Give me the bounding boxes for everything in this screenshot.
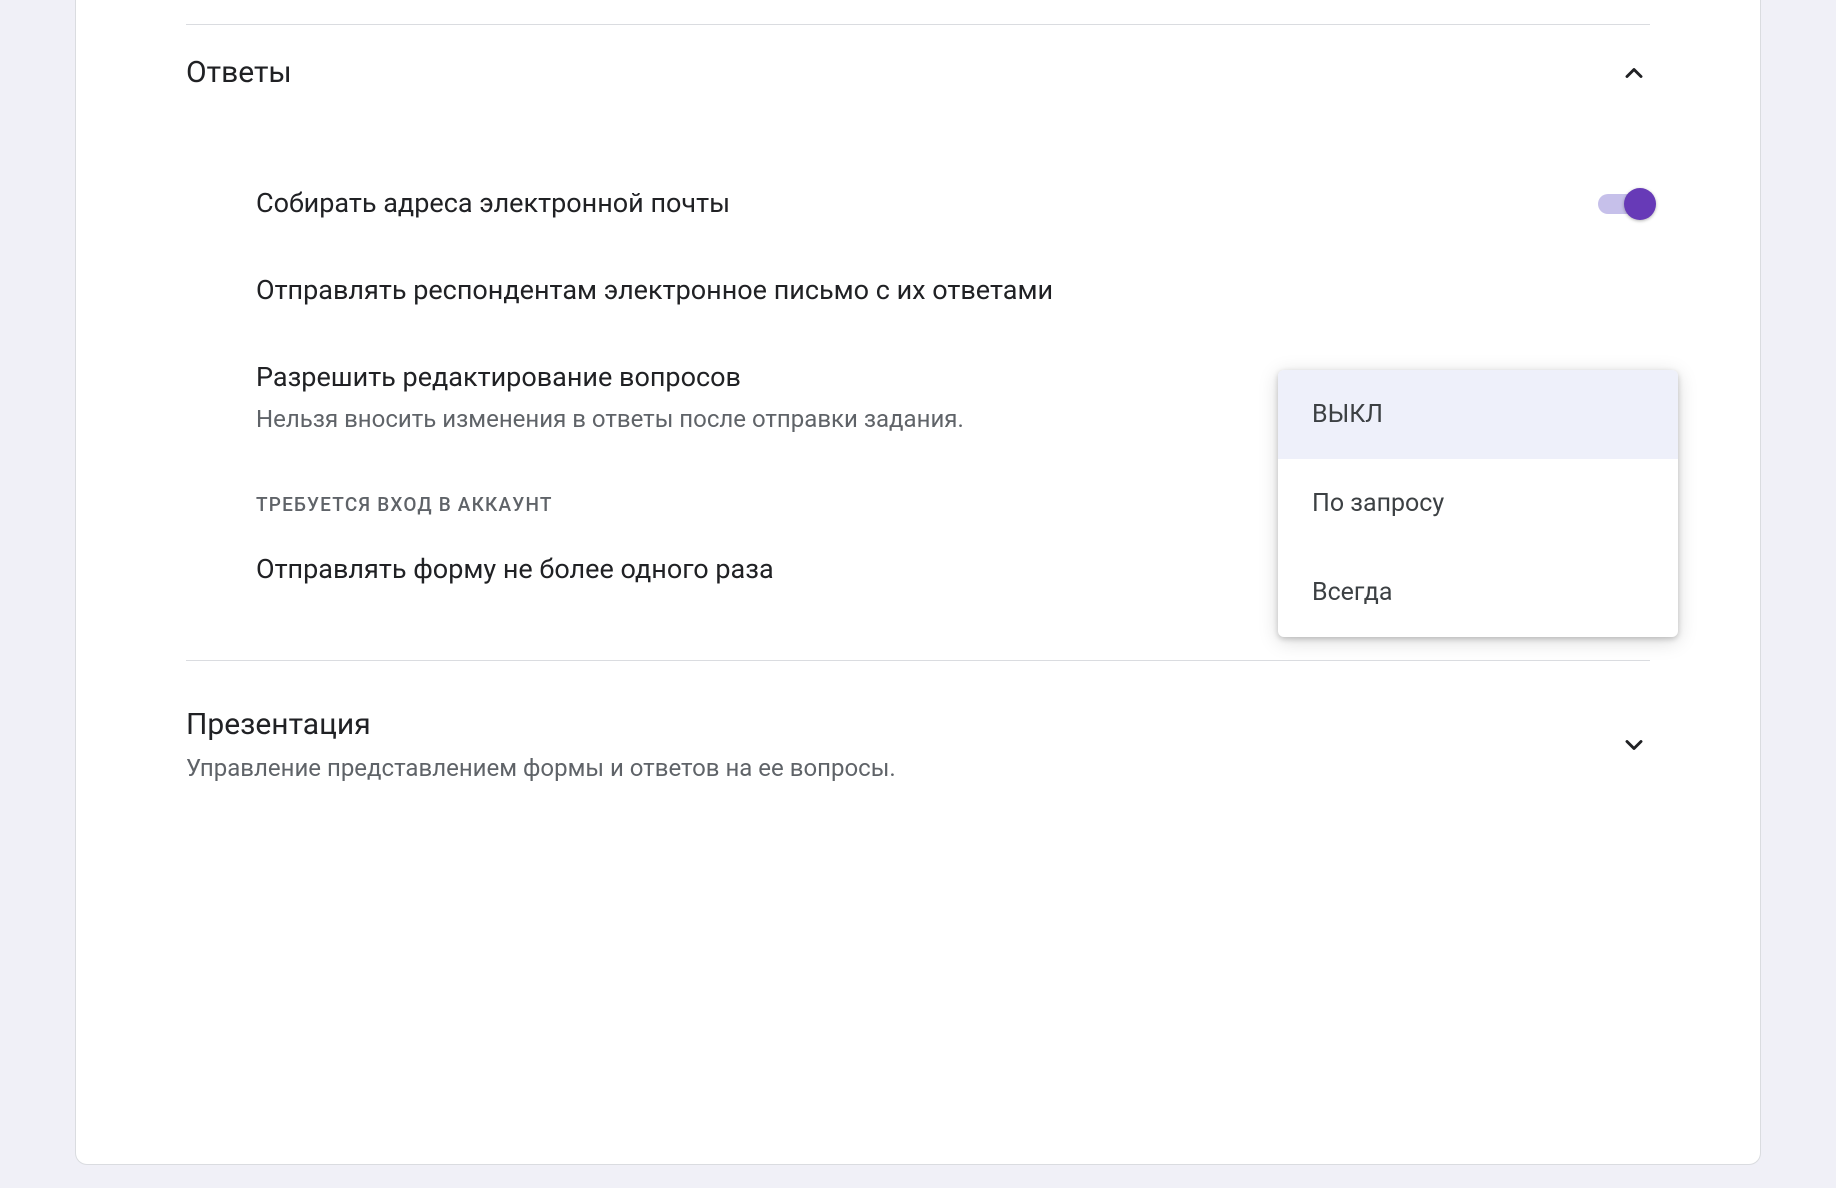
allow-edit-label: Разрешить редактирование вопросов <box>256 358 964 397</box>
send-copy-row: Отправлять респондентам электронное пись… <box>76 247 1760 334</box>
limit-one-label: Отправлять форму не более одного раза <box>256 550 774 589</box>
allow-edit-description: Нельзя вносить изменения в ответы после … <box>256 405 964 433</box>
dropdown-option-on-request[interactable]: По запросу <box>1278 459 1678 548</box>
chevron-down-icon[interactable] <box>1618 729 1650 761</box>
collect-email-toggle[interactable] <box>1598 194 1650 214</box>
presentation-title: Презентация <box>186 707 896 742</box>
presentation-section-header[interactable]: Презентация Управление представлением фо… <box>76 661 1760 812</box>
collect-email-label: Собирать адреса электронной почты <box>256 184 730 223</box>
dropdown-option-always[interactable]: Всегда <box>1278 548 1678 637</box>
send-copy-label: Отправлять респондентам электронное пись… <box>256 271 1053 310</box>
presentation-subtitle: Управление представлением формы и ответо… <box>186 754 896 782</box>
collect-email-row: Собирать адреса электронной почты <box>76 160 1760 247</box>
chevron-up-icon[interactable] <box>1618 57 1650 89</box>
answers-section-header[interactable]: Ответы <box>76 25 1760 120</box>
answers-title: Ответы <box>186 55 292 90</box>
send-copy-dropdown: ВЫКЛ По запросу Всегда <box>1278 370 1678 637</box>
settings-card: Ответы Собирать адреса электронной почты… <box>75 0 1761 1165</box>
dropdown-option-off[interactable]: ВЫКЛ <box>1278 370 1678 459</box>
toggle-knob <box>1624 188 1656 220</box>
